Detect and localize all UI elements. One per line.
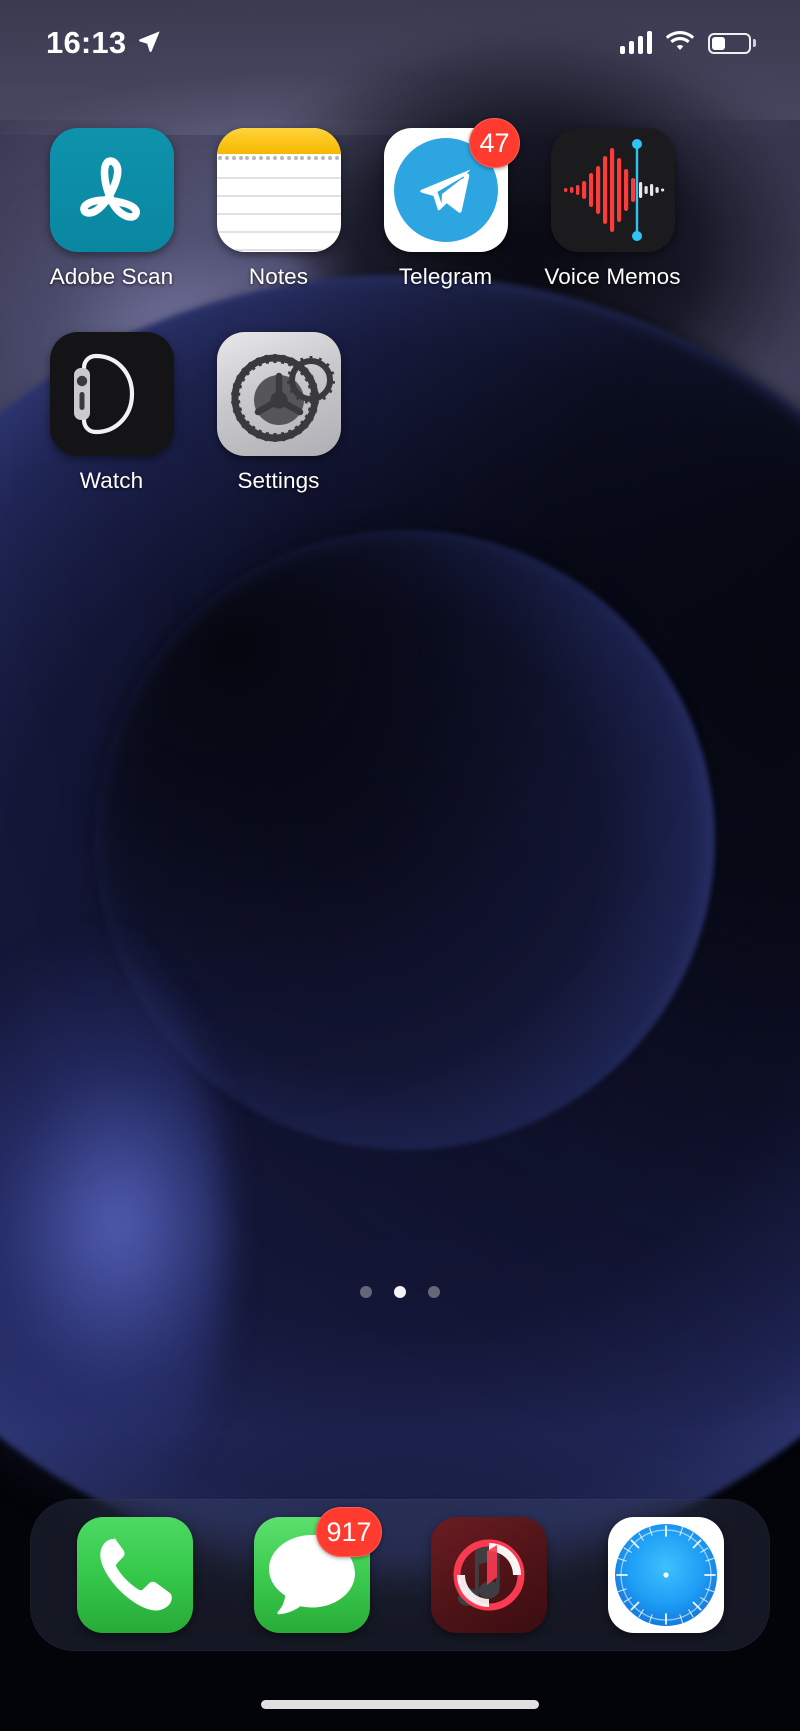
- safari-icon[interactable]: [607, 1517, 724, 1633]
- app-label: Voice Memos: [544, 264, 681, 289]
- app-icon-notes[interactable]: Notes: [195, 128, 362, 290]
- notes-header-bar: [216, 128, 341, 154]
- iphone-home-screen: 16:13 Adobe Scan Notes 47 Telegram Voice…: [0, 0, 800, 1731]
- status-bar: 16:13: [0, 0, 800, 86]
- adobe-scan-icon[interactable]: [49, 128, 174, 252]
- app-icon-telegram[interactable]: 47 Telegram: [362, 118, 529, 290]
- app-icon-voice-memos[interactable]: Voice Memos: [529, 128, 696, 290]
- dock-item-music[interactable]: [430, 1517, 547, 1633]
- voice-memos-icon-wrap[interactable]: [550, 128, 675, 252]
- status-bar-left: 16:13: [46, 25, 161, 61]
- page-dot-3[interactable]: [428, 1286, 440, 1298]
- adobe-scan-icon-wrap[interactable]: [49, 128, 174, 252]
- status-bar-right: [619, 30, 756, 56]
- location-arrow-icon: [137, 29, 161, 58]
- app-icon-adobe-scan[interactable]: Adobe Scan: [28, 128, 195, 290]
- dock-item-safari[interactable]: [607, 1517, 724, 1633]
- battery-body: [708, 32, 751, 54]
- status-bar-clock: 16:13: [46, 25, 127, 60]
- home-indicator[interactable]: [261, 1700, 539, 1709]
- app-grid-row-1: Adobe Scan Notes 47 Telegram Voice Memos: [28, 118, 772, 290]
- phone-icon[interactable]: [76, 1517, 193, 1633]
- dock: 917: [30, 1499, 770, 1651]
- app-icon-settings[interactable]: Settings: [195, 332, 362, 494]
- app-grid: Adobe Scan Notes 47 Telegram Voice Memos…: [0, 118, 800, 494]
- app-label: Adobe Scan: [49, 264, 174, 289]
- app-label: Notes: [248, 264, 309, 289]
- wallpaper-inner-sphere-shadow: [95, 530, 715, 1150]
- app-grid-empty-slot: [362, 332, 529, 494]
- notes-perforation: [217, 154, 341, 162]
- music-icon[interactable]: [430, 1517, 547, 1633]
- notes-paper-lines: [216, 164, 341, 252]
- page-dot-2[interactable]: [394, 1286, 406, 1298]
- page-indicator[interactable]: [0, 1286, 800, 1298]
- dock-item-messages[interactable]: 917: [253, 1507, 382, 1633]
- app-grid-row-2: Watch Settings: [28, 332, 772, 494]
- notification-badge: 917: [316, 1507, 382, 1557]
- app-label: Watch: [79, 468, 144, 493]
- settings-icon-wrap[interactable]: [216, 332, 341, 456]
- battery-cap: [753, 39, 756, 47]
- watch-icon[interactable]: [49, 332, 174, 456]
- telegram-icon-wrap[interactable]: 47: [383, 118, 520, 252]
- voice-memos-icon[interactable]: [550, 128, 675, 252]
- watch-icon-wrap[interactable]: [49, 332, 174, 456]
- wallpaper-inner-sphere: [95, 530, 715, 1150]
- app-grid-empty-slot: [529, 332, 696, 494]
- notes-icon[interactable]: [216, 128, 341, 252]
- wifi-icon: [665, 30, 695, 56]
- cellular-signal-icon: [619, 31, 652, 54]
- page-dot-1[interactable]: [360, 1286, 372, 1298]
- settings-icon[interactable]: [216, 332, 341, 456]
- app-icon-watch[interactable]: Watch: [28, 332, 195, 494]
- app-label: Telegram: [398, 264, 493, 289]
- app-label: Settings: [237, 468, 320, 493]
- battery-icon: [708, 32, 756, 54]
- notification-badge: 47: [469, 118, 520, 168]
- dock-item-phone[interactable]: [76, 1517, 193, 1633]
- notes-icon-wrap[interactable]: [216, 128, 341, 252]
